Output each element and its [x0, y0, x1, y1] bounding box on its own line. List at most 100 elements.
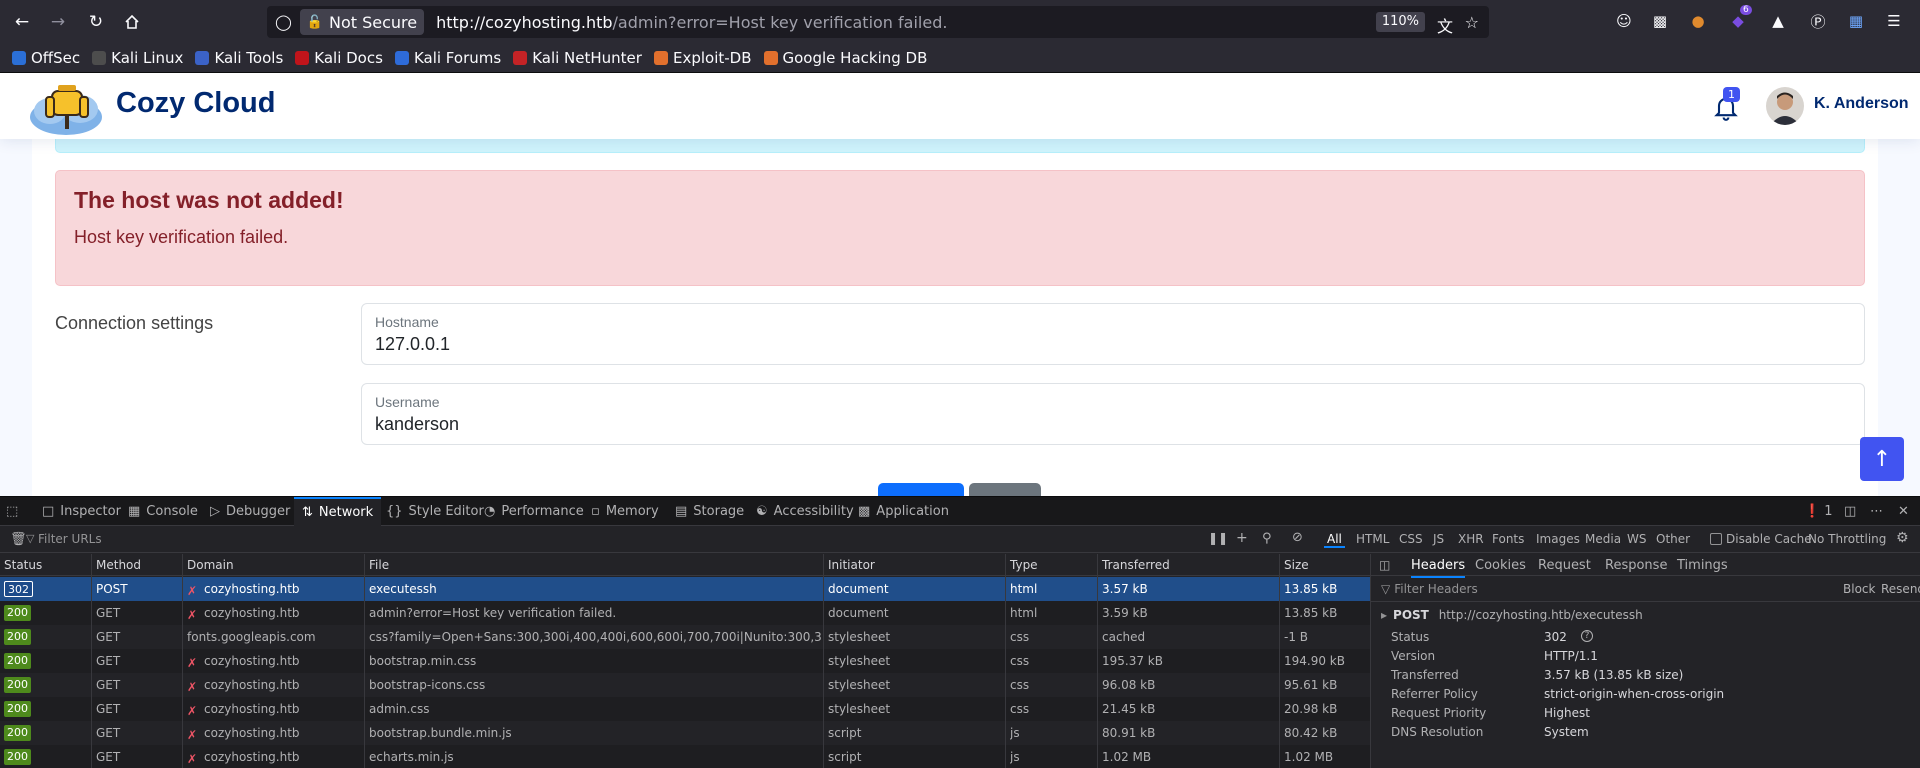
tab-performance[interactable]: ◔ Performance [484, 497, 584, 526]
tab-storage[interactable]: ▤ Storage [675, 497, 744, 526]
disable-cache-checkbox[interactable] [1710, 533, 1722, 545]
block-requests-icon[interactable]: ⊘ [1292, 530, 1303, 545]
column-transferred[interactable]: Transferred [1102, 558, 1170, 572]
cozy-cloud-logo[interactable] [28, 77, 104, 137]
table-row[interactable]: 302 POST ✗ cozyhosting.htb executessh documen… [0, 577, 1370, 601]
bookmark-item[interactable]: Kali Tools [195, 49, 283, 67]
bookmark-item[interactable]: Exploit-DB [653, 49, 752, 67]
home-icon[interactable] [118, 8, 146, 36]
filter-other[interactable]: Other [1656, 532, 1690, 546]
table-row[interactable]: 200 GET ✗ cozyhosting.htb echarts.min.js scri… [0, 745, 1370, 768]
column-initiator[interactable]: Initiator [828, 558, 875, 572]
status-code-badge: 200 [4, 629, 31, 645]
resend-button[interactable]: Resend [1881, 582, 1920, 596]
site-name[interactable]: Cozy Cloud [116, 87, 276, 120]
menu-hamburger-icon[interactable]: ☰ [1884, 11, 1904, 31]
filter-css[interactable]: CSS [1399, 532, 1423, 546]
error-count-indicator[interactable]: ❗ 1 [1804, 497, 1832, 526]
filter-images[interactable]: Images [1536, 532, 1580, 546]
column-size[interactable]: Size [1284, 558, 1309, 572]
table-row[interactable]: 200 GET ✗ cozyhosting.htb admin.css styleshee… [0, 697, 1370, 721]
cookie-extension-icon[interactable]: ● [1688, 11, 1708, 31]
bookmark-item[interactable]: Kali Linux [92, 49, 183, 67]
extensions-puzzle-icon[interactable]: ▩ [1650, 11, 1670, 31]
bookmark-item[interactable]: Google Hacking DB [763, 49, 927, 67]
column-domain[interactable]: Domain [187, 558, 234, 572]
filter-fonts[interactable]: Fonts [1492, 532, 1524, 546]
block-button[interactable]: Block [1843, 582, 1875, 596]
reset-button[interactable] [969, 483, 1041, 496]
tab-response[interactable]: Response [1605, 558, 1667, 573]
table-row[interactable]: 200 GET ✗ cozyhosting.htb bootstrap.min.css s… [0, 649, 1370, 673]
submit-button[interactable] [878, 483, 964, 496]
tab-memory[interactable]: ▫ Memory [591, 497, 659, 526]
zoom-level-button[interactable]: 110% [1375, 12, 1425, 32]
user-avatar[interactable] [1766, 87, 1804, 125]
table-row[interactable]: 200 GET ✗ cozyhosting.htb bootstrap-icons.cs… [0, 673, 1370, 697]
username-field[interactable]: Username kanderson [361, 383, 1865, 445]
bookmark-item[interactable]: Kali Forums [394, 49, 501, 67]
table-row[interactable]: 200 GET ✗ cozyhosting.htb bootstrap.bundle.m… [0, 721, 1370, 745]
tab-cookies[interactable]: Cookies [1475, 558, 1526, 573]
cell-initiator: script [828, 726, 862, 740]
throttling-select[interactable]: No Throttling [1808, 532, 1886, 546]
help-circle-icon[interactable]: ? [1581, 630, 1593, 642]
filter-html[interactable]: HTML [1356, 532, 1389, 546]
filter-media[interactable]: Media [1585, 532, 1621, 546]
table-row[interactable]: 200 GET fonts.googleapis.com css?family=Ope… [0, 625, 1370, 649]
filter-urls-input[interactable]: Filter URLs [38, 532, 102, 546]
clear-trash-icon[interactable]: 🗑 [10, 532, 27, 547]
tab-network[interactable]: ⇅ Network [294, 497, 382, 526]
element-picker-icon[interactable]: ⬚ [6, 497, 18, 526]
column-file[interactable]: File [369, 558, 389, 572]
tab-accessibility[interactable]: ☯ Accessibility [756, 497, 854, 526]
status-code-badge: 200 [4, 677, 31, 693]
extension-badge-icon[interactable]: ◆ 6 [1728, 5, 1752, 31]
site-info-button[interactable]: 🔓 Not Secure [299, 9, 425, 35]
account-icon[interactable]: ☺ [1614, 11, 1634, 31]
close-devtools-icon[interactable]: ✕ [1898, 497, 1909, 526]
column-method[interactable]: Method [96, 558, 141, 572]
column-status[interactable]: Status [4, 558, 42, 572]
tab-style-editor[interactable]: {} Style Editor [386, 497, 484, 526]
filter-all[interactable]: All [1324, 532, 1345, 548]
tab-application[interactable]: ▩ Application [858, 497, 949, 526]
translate-extension-icon[interactable]: ▦ [1846, 11, 1866, 31]
tab-inspector[interactable]: □ Inspector [42, 497, 121, 526]
column-type[interactable]: Type [1010, 558, 1038, 572]
tracking-protection-shield-icon[interactable]: ◯ [275, 13, 292, 31]
back-to-top-arrow-icon[interactable]: ↑ [1860, 437, 1904, 481]
filter-ws[interactable]: WS [1627, 532, 1646, 546]
reload-icon[interactable]: ↻ [82, 8, 110, 36]
m-extension-icon[interactable]: Ⓟ [1808, 11, 1828, 31]
translate-icon[interactable]: 文 [1437, 13, 1453, 37]
tab-console[interactable]: ▦ Console [128, 497, 198, 526]
filter-headers-input[interactable]: ▽ Filter Headers [1381, 582, 1478, 596]
bookmark-star-icon[interactable]: ☆ [1465, 13, 1479, 32]
add-request-icon[interactable]: + [1236, 530, 1248, 546]
search-icon[interactable]: ⚲ [1262, 531, 1272, 546]
filter-xhr[interactable]: XHR [1458, 532, 1484, 546]
bookmark-item[interactable]: Kali Docs [295, 49, 383, 67]
tab-headers[interactable]: Headers [1411, 558, 1466, 578]
url-text[interactable]: http://cozyhosting.htb/admin?error=Host … [436, 13, 947, 32]
toggle-sidebar-icon[interactable]: ◫ [1379, 558, 1390, 572]
pause-icon[interactable]: ❚❚ [1208, 531, 1228, 545]
table-row[interactable]: 200 GET ✗ cozyhosting.htb admin?error=Host k… [0, 601, 1370, 625]
hat-extension-icon[interactable]: ▲ [1768, 11, 1788, 31]
url-bar[interactable]: ◯ 🔓 Not Secure http://cozyhosting.htb/ad… [267, 6, 1489, 38]
network-settings-gear-icon[interactable]: ⚙ [1896, 530, 1909, 546]
user-name[interactable]: K. Anderson [1814, 95, 1909, 113]
request-summary[interactable]: ▸ POST http://cozyhosting.htb/executessh [1381, 608, 1643, 622]
tab-timings[interactable]: Timings [1677, 558, 1728, 573]
filter-js[interactable]: JS [1433, 532, 1444, 546]
back-button-icon[interactable]: ← [8, 8, 36, 36]
hostname-field[interactable]: Hostname 127.0.0.1 [361, 303, 1865, 365]
bookmark-item[interactable]: OffSec [12, 49, 80, 67]
forward-button-icon[interactable]: → [44, 8, 72, 36]
more-options-icon[interactable]: ⋯ [1870, 497, 1883, 526]
tab-request[interactable]: Request [1538, 558, 1591, 573]
bookmark-item[interactable]: Kali NetHunter [513, 49, 642, 67]
tab-debugger[interactable]: ▷ Debugger [210, 497, 290, 526]
dock-side-icon[interactable]: ◫ [1844, 497, 1856, 526]
